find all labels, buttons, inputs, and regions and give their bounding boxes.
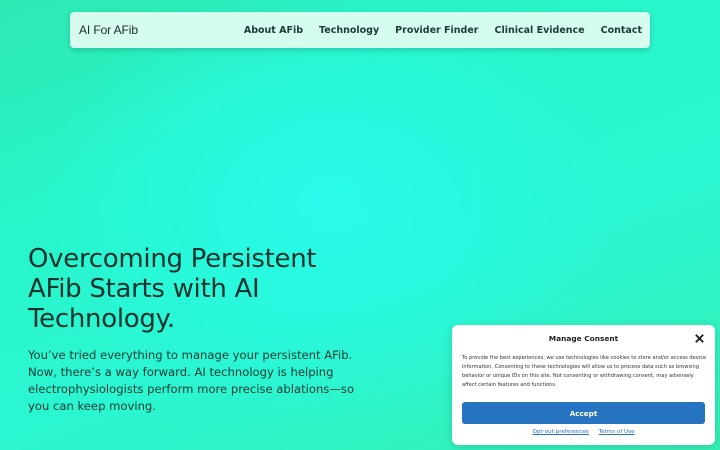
opt-out-preferences-link[interactable]: Opt-out preferences bbox=[532, 429, 588, 435]
hero-title: Overcoming Persistent AFib Starts with A… bbox=[28, 244, 317, 334]
close-icon[interactable] bbox=[694, 333, 705, 344]
site-logo[interactable]: AI For AFib bbox=[79, 23, 138, 37]
site-header: AI For AFib About AFib Technology Provid… bbox=[70, 12, 650, 48]
consent-title: Manage Consent bbox=[548, 334, 619, 343]
nav-item-provider-finder[interactable]: Provider Finder bbox=[395, 25, 478, 36]
hero-section: Overcoming Persistent AFib Starts with A… bbox=[28, 244, 368, 415]
accept-button[interactable]: Accept bbox=[462, 402, 705, 424]
main-nav: About AFib Technology Provider Finder Cl… bbox=[244, 25, 642, 36]
consent-links: Opt-out preferences Terms of Use bbox=[452, 429, 715, 435]
hero-description: You’ve tried everything to manage your p… bbox=[28, 348, 355, 413]
nav-item-clinical-evidence[interactable]: Clinical Evidence bbox=[494, 25, 584, 36]
nav-item-about-afib[interactable]: About AFib bbox=[244, 25, 303, 36]
terms-of-use-link[interactable]: Terms of Use bbox=[599, 429, 635, 435]
consent-message: To provide the best experiences, we use … bbox=[462, 355, 707, 388]
nav-item-contact[interactable]: Contact bbox=[601, 25, 642, 36]
nav-item-technology[interactable]: Technology bbox=[319, 25, 379, 36]
cookie-consent-dialog: Manage Consent To provide the best exper… bbox=[452, 325, 715, 445]
